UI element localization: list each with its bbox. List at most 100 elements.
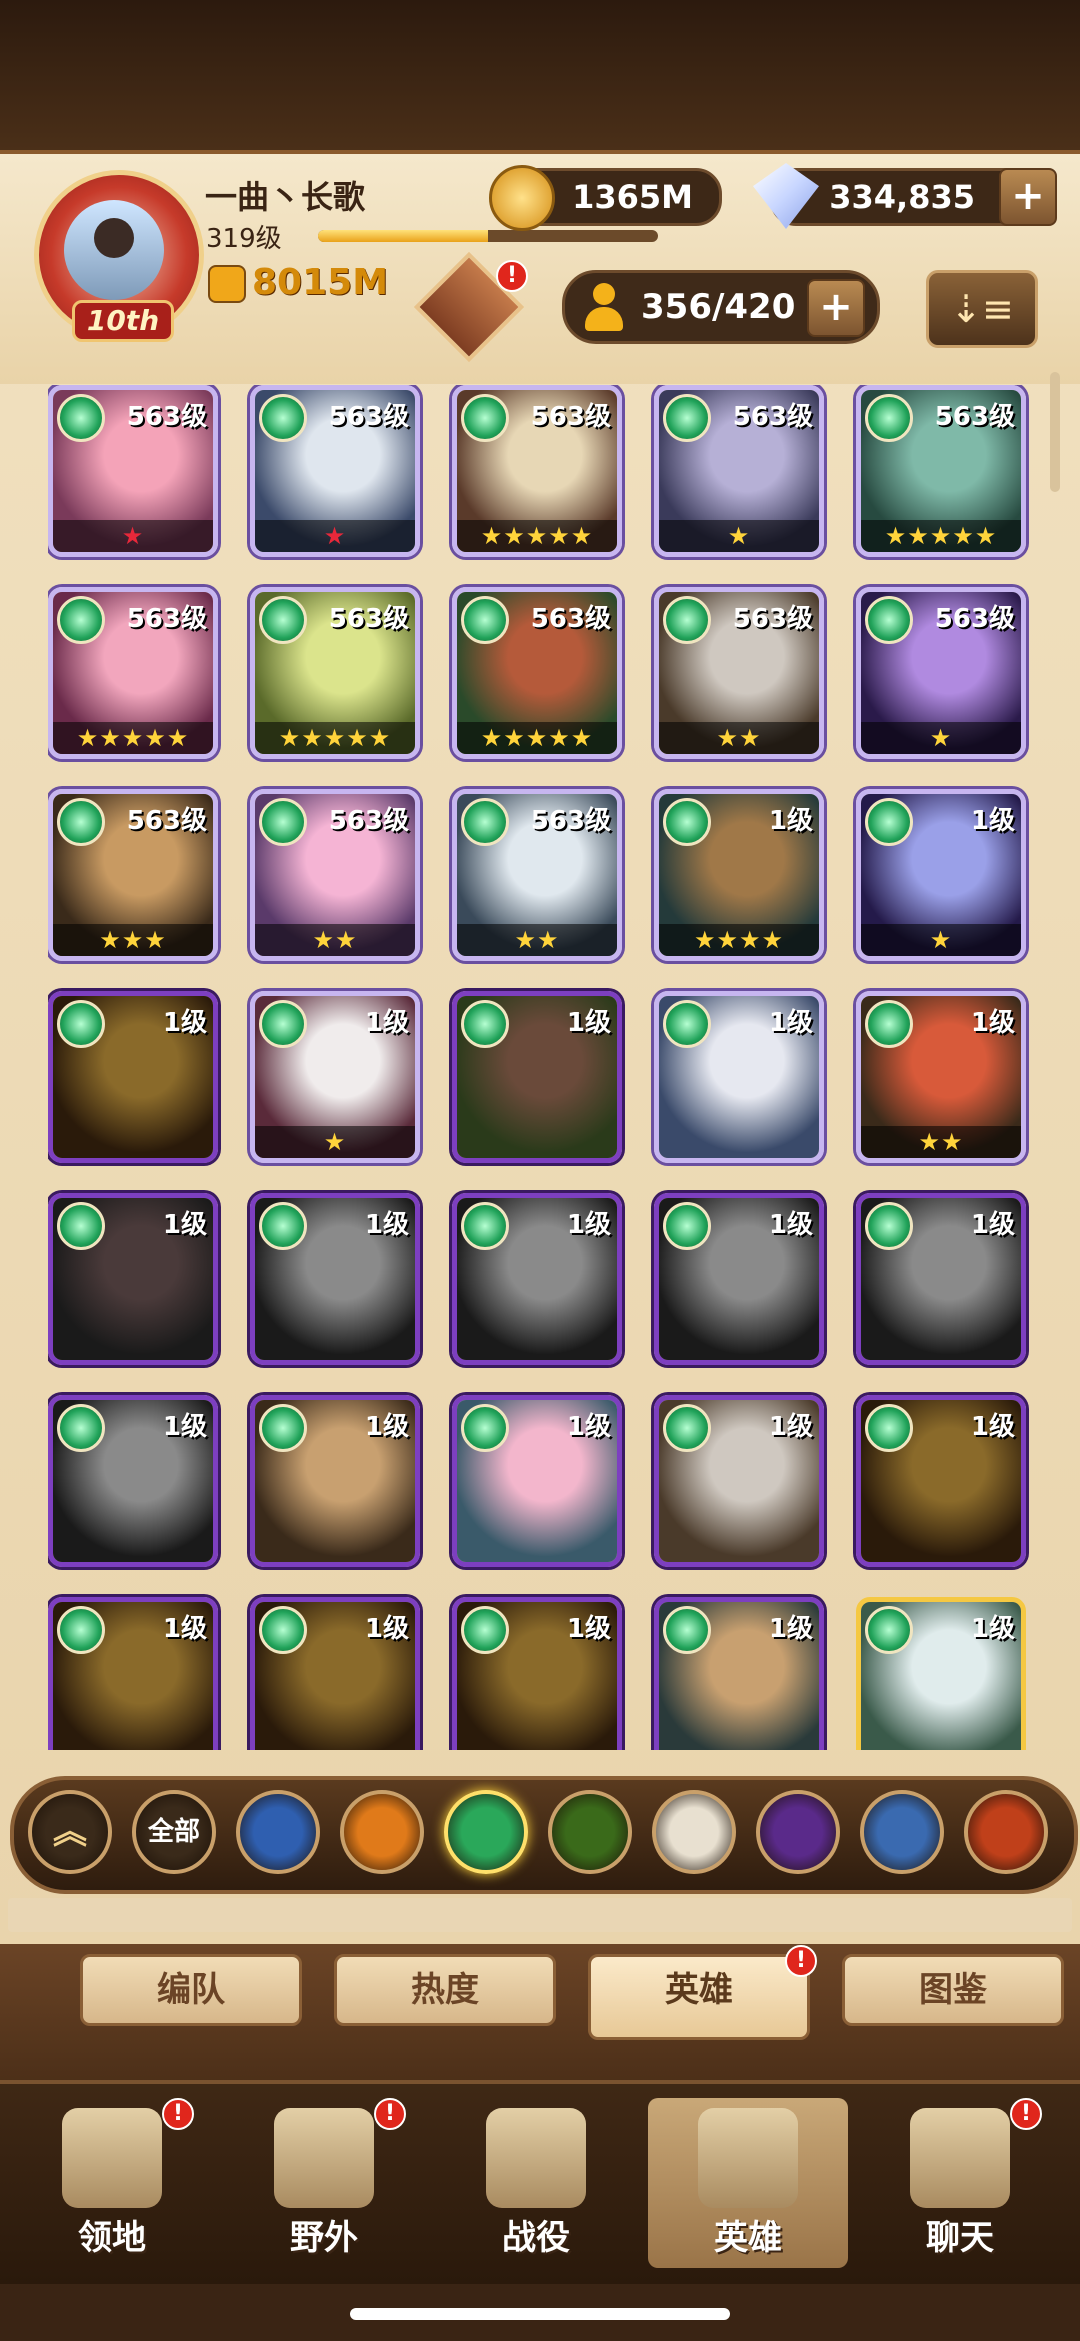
player-avatar[interactable]: 10th <box>34 170 204 342</box>
tab-0[interactable]: 编队 <box>80 1954 302 2026</box>
home-indicator[interactable] <box>350 2308 730 2320</box>
hero-card[interactable]: 1级 <box>654 991 824 1163</box>
add-diamonds-button[interactable]: + <box>999 168 1057 226</box>
hero-stars: ★ <box>861 924 1021 956</box>
hero-level: 1级 <box>768 806 813 836</box>
wilder-faction-icon <box>259 394 307 442</box>
hero-level: 563级 <box>126 402 207 432</box>
hero-level: 563级 <box>934 402 1015 432</box>
hero-level: 1级 <box>364 1614 409 1644</box>
wilder-faction-icon <box>663 1000 711 1048</box>
hero-card[interactable]: 1级 <box>250 1193 420 1365</box>
wilder-faction-icon <box>663 798 711 846</box>
nav-4[interactable]: 聊天! <box>860 2098 1060 2268</box>
dimensional-icon[interactable] <box>860 1790 944 1874</box>
hero-level: 563级 <box>934 604 1015 634</box>
hero-card[interactable]: 563级 ★★★★★ <box>452 385 622 557</box>
hero-level: 1级 <box>768 1614 813 1644</box>
gold-value: 1365M <box>572 178 693 216</box>
tab-3[interactable]: 图鉴 <box>842 1954 1064 2026</box>
hero-card[interactable]: 1级 <box>856 1597 1026 1750</box>
combat-power: 8015M <box>208 262 388 303</box>
wilder-faction-icon <box>865 1404 913 1452</box>
scrollbar[interactable] <box>1050 372 1060 492</box>
hero-card[interactable]: 563级 ★ <box>48 385 218 557</box>
tab-2[interactable]: 英雄! <box>588 1945 817 2040</box>
hero-card[interactable]: 1级 ★★ <box>856 991 1026 1163</box>
all-icon[interactable]: 全部 <box>132 1790 216 1874</box>
hero-card[interactable]: 563级 ★★★ <box>48 789 218 961</box>
chevron-up-icon[interactable]: ︽ <box>28 1790 112 1874</box>
hero-stars: ★★ <box>457 924 617 956</box>
wilder-faction-icon <box>461 798 509 846</box>
nav-2[interactable]: 战役 <box>436 2098 636 2268</box>
wilder-faction-icon <box>57 394 105 442</box>
hero-card[interactable]: 563级 ★★★★★ <box>48 587 218 759</box>
hero-card[interactable]: 1级 <box>452 991 622 1163</box>
avatar-image <box>64 200 164 300</box>
hero-card[interactable]: 1级 <box>250 1597 420 1750</box>
rank-badge: 10th <box>72 300 174 342</box>
hero-card[interactable]: 1级 <box>452 1597 622 1750</box>
hero-level: 1级 <box>162 1210 207 1240</box>
wilder-icon[interactable] <box>444 1790 528 1874</box>
dragon-icon[interactable] <box>964 1790 1048 1874</box>
wilder-faction-icon <box>259 1404 307 1452</box>
hero-card[interactable]: 1级 <box>654 1395 824 1567</box>
hero-stars: ★★ <box>659 722 819 754</box>
hero-card[interactable]: 1级 <box>250 1395 420 1567</box>
hero-card[interactable]: 1级 <box>48 991 218 1163</box>
hero-card[interactable]: 1级 <box>856 1395 1026 1567</box>
hero-card[interactable]: 1级 ★ <box>250 991 420 1163</box>
lightbearer-icon[interactable] <box>236 1790 320 1874</box>
hero-card[interactable]: 563级 ★ <box>654 385 824 557</box>
hero-card[interactable]: 1级 <box>654 1193 824 1365</box>
emblem-button[interactable]: ! <box>413 251 528 363</box>
mauler-icon[interactable] <box>340 1790 424 1874</box>
hero-card[interactable]: 1级 ★★★★ <box>654 789 824 961</box>
hypogean-icon[interactable] <box>756 1790 840 1874</box>
faction-filter-bar: ︽ 全部 <box>10 1776 1078 1894</box>
hero-card[interactable]: 1级 <box>654 1597 824 1750</box>
hero-card[interactable]: 563级 ★★ <box>250 789 420 961</box>
hero-card[interactable]: 563级 ★ <box>856 587 1026 759</box>
hero-card[interactable]: 563级 ★ <box>250 385 420 557</box>
hero-level: 1级 <box>970 806 1015 836</box>
sort-button[interactable]: ⇣≡ <box>926 270 1038 348</box>
hero-card[interactable]: 1级 <box>856 1193 1026 1365</box>
hero-card[interactable]: 563级 ★★★★★ <box>452 587 622 759</box>
hero-card[interactable]: 563级 ★★★★★ <box>250 587 420 759</box>
hero-stars: ★★★★★ <box>861 520 1021 552</box>
hero-card[interactable]: 1级 <box>452 1395 622 1567</box>
wilder-faction-icon <box>865 394 913 442</box>
hero-level: 563级 <box>530 806 611 836</box>
hero-level: 563级 <box>732 402 813 432</box>
wilder-faction-icon <box>259 1606 307 1654</box>
celestial-icon[interactable] <box>652 1790 736 1874</box>
hero-card[interactable]: 1级 <box>48 1395 218 1567</box>
xp-bar <box>318 230 658 242</box>
nav-3[interactable]: 英雄 <box>648 2098 848 2268</box>
hero-stars: ★★★★ <box>659 924 819 956</box>
expand-slots-button[interactable]: + <box>807 279 865 337</box>
nav-0[interactable]: 领地! <box>12 2098 212 2268</box>
gold-counter[interactable]: 1365M <box>489 165 722 231</box>
tab-1[interactable]: 热度 <box>334 1954 556 2026</box>
hero-card[interactable]: 1级 <box>48 1597 218 1750</box>
hero-card[interactable]: 1级 ★ <box>856 789 1026 961</box>
hero-level: 563级 <box>328 806 409 836</box>
hero-card[interactable]: 563级 ★★★★★ <box>856 385 1026 557</box>
hero-card[interactable]: 563级 ★★ <box>452 789 622 961</box>
hero-stars: ★ <box>53 520 213 552</box>
hero-level: 1级 <box>768 1412 813 1442</box>
wilder-faction-icon <box>865 596 913 644</box>
nav-1[interactable]: 野外! <box>224 2098 424 2268</box>
wilder-faction-icon <box>461 394 509 442</box>
hero-card[interactable]: 1级 <box>452 1193 622 1365</box>
diamond-counter[interactable]: 334,835 + <box>753 163 1057 229</box>
hero-card[interactable]: 563级 ★★ <box>654 587 824 759</box>
hero-card[interactable]: 1级 <box>48 1193 218 1365</box>
xp-fill <box>318 230 488 242</box>
graveborn-icon[interactable] <box>548 1790 632 1874</box>
tab-label: 图鉴 <box>919 1970 987 2010</box>
